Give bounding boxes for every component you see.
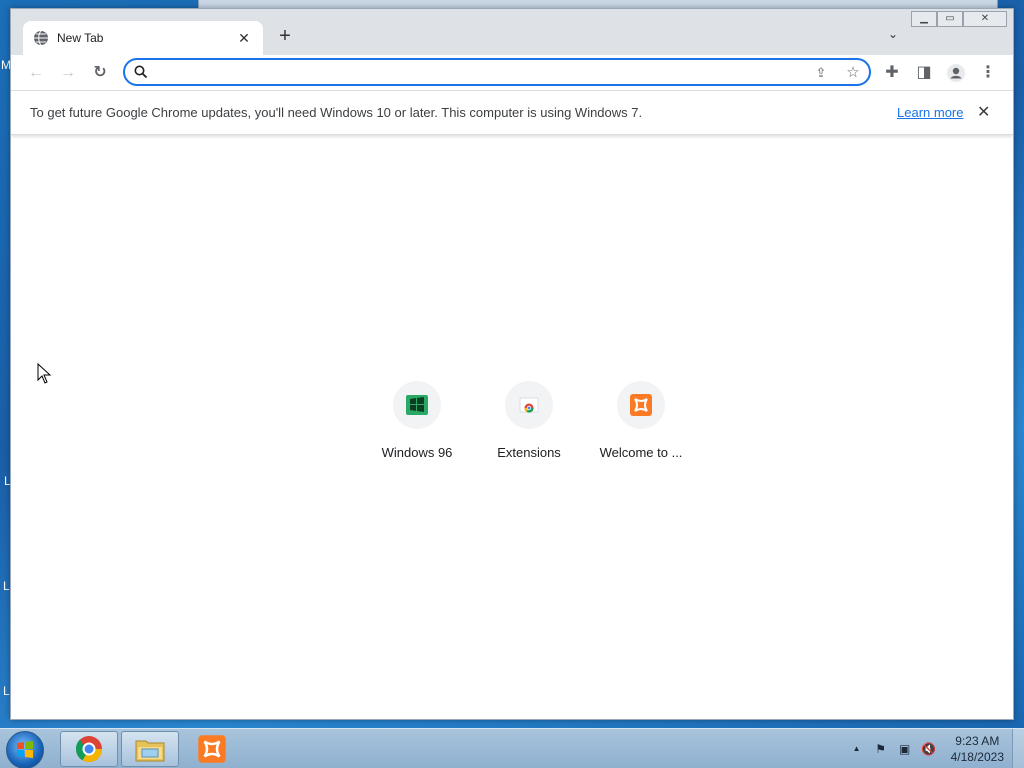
shortcut-tile[interactable]: Extensions (473, 381, 585, 460)
tab-title: New Tab (57, 31, 104, 45)
search-icon (134, 65, 148, 79)
clock-date: 4/18/2023 (950, 750, 1004, 764)
shortcut-label: Extensions (497, 445, 561, 460)
system-tray: ▲ ⚑ ▣ 🔇 9:23 AM 4/18/2023 (849, 729, 1004, 768)
update-infobar: To get future Google Chrome updates, you… (11, 91, 1013, 135)
desktop-icon-label-fragment: L (3, 579, 10, 593)
profile-avatar-icon[interactable] (944, 61, 968, 85)
volume-muted-icon[interactable]: 🔇 (921, 741, 937, 757)
maximize-button[interactable]: ▭ (937, 11, 963, 27)
window-controls: ▁ ▭ ✕ (911, 11, 1007, 27)
back-arrow-icon[interactable]: ← (24, 61, 48, 85)
learn-more-link[interactable]: Learn more (897, 105, 963, 120)
new-tab-button[interactable]: + (273, 25, 297, 49)
toolbar: ← → ↻ ⇪ ☆ ✚ ◨ ⋮ (11, 55, 1013, 91)
tab-new-tab[interactable]: New Tab ✕ (23, 21, 263, 55)
show-hidden-icons-icon[interactable]: ▲ (849, 741, 865, 757)
tab-search-icon[interactable]: ⌄ (883, 27, 903, 47)
start-button[interactable] (6, 731, 44, 768)
action-center-flag-icon[interactable]: ⚑ (873, 741, 889, 757)
file-explorer-icon (135, 740, 165, 762)
taskbar: ▲ ⚑ ▣ 🔇 9:23 AM 4/18/2023 (0, 728, 1024, 768)
windows-logo-icon (17, 741, 33, 758)
chrome-icon (75, 736, 103, 763)
most-visited-shortcuts: Windows 96 Extensions Welcome to ... (361, 381, 697, 460)
globe-icon (34, 30, 48, 46)
infobar-close-icon[interactable]: ✕ (977, 102, 990, 122)
minimize-button[interactable]: ▁ (911, 11, 937, 27)
shortcut-label: Windows 96 (381, 445, 453, 460)
taskbar-chrome-button[interactable] (60, 731, 118, 767)
mouse-cursor-icon (37, 363, 52, 384)
show-desktop-button[interactable] (1012, 729, 1024, 768)
tab-close-icon[interactable]: ✕ (235, 30, 253, 47)
side-panel-icon[interactable]: ◨ (912, 61, 936, 85)
extensions-puzzle-icon[interactable]: ✚ (880, 61, 904, 85)
share-icon[interactable]: ⇪ (811, 63, 831, 83)
infobar-message: To get future Google Chrome updates, you… (30, 105, 643, 120)
desktop-icon-label-fragment: L (3, 684, 10, 698)
taskbar-xampp-button[interactable] (183, 731, 241, 767)
clock-time: 9:23 AM (955, 734, 1000, 748)
xampp-icon (630, 394, 652, 416)
taskbar-explorer-button[interactable] (121, 731, 179, 767)
chrome-extensions-icon (519, 397, 539, 413)
bookmark-star-icon[interactable]: ☆ (843, 63, 863, 83)
shortcut-label: Welcome to ... (599, 445, 683, 460)
close-window-button[interactable]: ✕ (963, 11, 1007, 27)
address-bar[interactable]: ⇪ ☆ (123, 58, 871, 86)
taskbar-clock[interactable]: 9:23 AM 4/18/2023 (951, 733, 1004, 765)
tab-strip: New Tab ✕ + ⌄ ▁ ▭ ✕ (11, 9, 1013, 55)
reload-icon[interactable]: ↻ (88, 61, 112, 85)
menu-kebab-icon[interactable]: ⋮ (976, 61, 1000, 85)
network-icon[interactable]: ▣ (897, 741, 913, 757)
xampp-icon (198, 735, 226, 763)
forward-arrow-icon[interactable]: → (56, 61, 80, 85)
windows96-icon (406, 395, 428, 415)
chrome-window: New Tab ✕ + ⌄ ▁ ▭ ✕ ← → ↻ ⇪ ☆ ✚ ◨ ⋮ To g… (10, 8, 1014, 720)
shortcut-tile[interactable]: Windows 96 (361, 381, 473, 460)
address-input[interactable] (153, 62, 803, 82)
shortcut-tile[interactable]: Welcome to ... (585, 381, 697, 460)
